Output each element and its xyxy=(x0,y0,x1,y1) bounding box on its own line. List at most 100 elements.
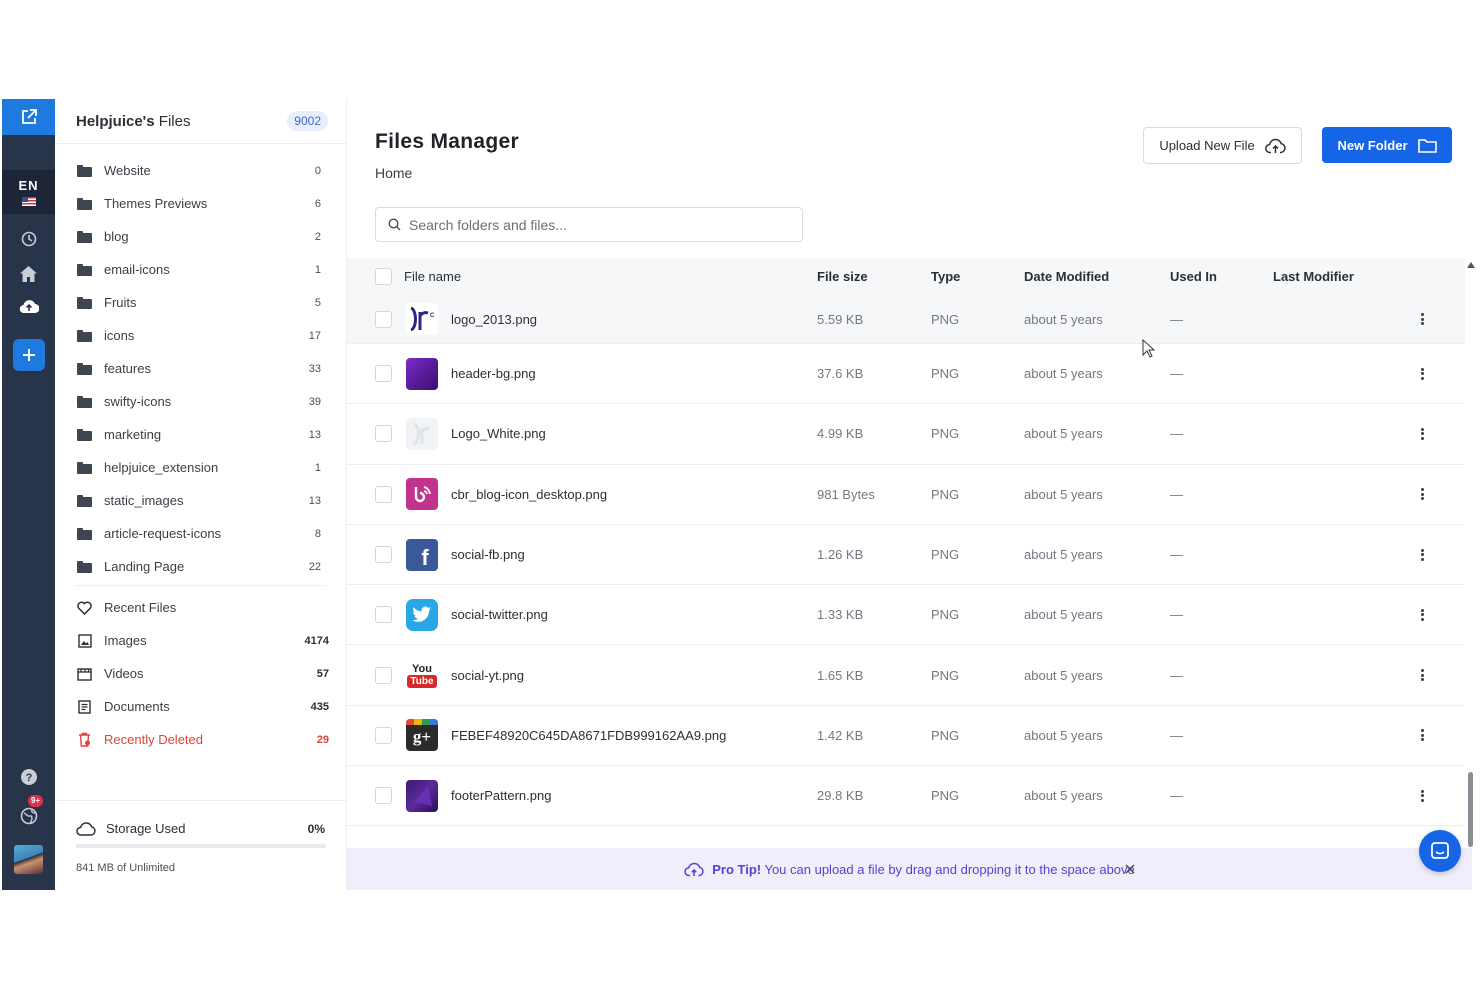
folder-count: 0 xyxy=(314,164,321,177)
table-row[interactable]: footerPattern.png 29.8 KB PNG about 5 years… xyxy=(347,766,1465,827)
col-used-in[interactable]: Used In xyxy=(1170,269,1217,284)
folder-list: Website 0 Themes Previews 6 blog 2 email-icons… xyxy=(55,144,346,583)
scrollbar-thumb[interactable] xyxy=(1468,772,1473,847)
table-row[interactable]: social-twitter.png 1.33 KB PNG about 5 year… xyxy=(347,585,1465,646)
folder-item[interactable]: Website 0 xyxy=(55,154,346,187)
row-checkbox[interactable] xyxy=(375,666,392,684)
row-checkbox[interactable] xyxy=(375,787,392,805)
more-options-icon[interactable] xyxy=(1419,486,1425,502)
upload-new-file-button[interactable]: Upload New File xyxy=(1143,127,1302,164)
folder-count: 17 xyxy=(308,329,321,342)
folder-item[interactable]: marketing 13 xyxy=(55,418,346,451)
folder-item[interactable]: Fruits 5 xyxy=(55,286,346,319)
library-item-images[interactable]: Images 4174 xyxy=(55,624,346,657)
home-icon[interactable] xyxy=(2,262,55,286)
help-icon[interactable]: ? xyxy=(2,765,55,789)
col-date-modified[interactable]: Date Modified xyxy=(1024,269,1109,284)
folder-count: 13 xyxy=(308,494,321,507)
table-row[interactable]: g+ FEBEF48920C645DA8671FDB999162AA9.png 1.… xyxy=(347,706,1465,767)
table-row[interactable]: f social-fb.png 1.26 KB PNG about 5 years — xyxy=(347,525,1465,586)
folder-label: static_images xyxy=(104,493,184,508)
breadcrumb[interactable]: Home xyxy=(375,165,412,181)
cloud-upload-icon xyxy=(684,862,704,876)
col-file-name[interactable]: File name xyxy=(404,269,461,284)
row-checkbox[interactable] xyxy=(375,365,392,383)
file-name[interactable]: header-bg.png xyxy=(451,366,536,381)
cloud-upload-icon[interactable] xyxy=(2,294,55,318)
file-size: 4.99 KB xyxy=(817,426,864,442)
library-item-videos[interactable]: Videos 57 xyxy=(55,657,346,690)
globe-icon[interactable] xyxy=(2,804,55,828)
search-input[interactable] xyxy=(409,216,789,233)
more-options-icon[interactable] xyxy=(1419,426,1425,442)
mouse-cursor-icon xyxy=(1142,339,1156,358)
folder-item[interactable]: email-icons 1 xyxy=(55,253,346,286)
new-folder-button[interactable]: New Folder xyxy=(1322,127,1452,163)
more-options-icon[interactable] xyxy=(1419,607,1425,623)
folder-item[interactable]: helpjuice_extension 1 xyxy=(55,451,346,484)
row-checkbox[interactable] xyxy=(375,726,392,744)
scroll-up-arrow[interactable] xyxy=(1467,262,1475,268)
folder-icon xyxy=(77,560,92,573)
table-row[interactable]: Clogo_2013.png 5.59 KB PNG about 5 years — xyxy=(347,295,1465,344)
row-checkbox[interactable] xyxy=(375,606,392,624)
folder-item[interactable]: static_images 13 xyxy=(55,484,346,517)
folder-item[interactable]: Landing Page 22 xyxy=(55,550,346,583)
file-name[interactable]: social-fb.png xyxy=(451,547,525,562)
history-icon[interactable] xyxy=(2,227,55,251)
folder-item[interactable]: blog 2 xyxy=(55,220,346,253)
library-item-documents[interactable]: Documents 435 xyxy=(55,690,346,723)
file-size: 37.6 KB xyxy=(817,366,864,382)
folder-item[interactable]: icons 17 xyxy=(55,319,346,352)
table-row[interactable]: You Tube social-yt.png 1.65 KB PNG about 5 ye… xyxy=(347,645,1465,706)
more-options-icon[interactable] xyxy=(1419,311,1425,327)
folder-label: helpjuice_extension xyxy=(104,460,219,475)
file-used-in: — xyxy=(1170,667,1183,683)
folder-count: 6 xyxy=(314,197,321,210)
search-box[interactable] xyxy=(375,207,803,242)
row-checkbox[interactable] xyxy=(375,310,392,328)
folder-item[interactable]: article-request-icons 8 xyxy=(55,517,346,550)
select-all-checkbox[interactable] xyxy=(375,268,392,285)
table-row[interactable]: header-bg.png 37.6 KB PNG about 5 years — xyxy=(347,344,1465,405)
file-name[interactable]: footerPattern.png xyxy=(451,788,551,803)
svg-text:C: C xyxy=(430,313,435,319)
col-file-size[interactable]: File size xyxy=(817,269,868,284)
library-count: 29 xyxy=(316,733,329,746)
folder-item[interactable]: features 33 xyxy=(55,352,346,385)
table-row[interactable]: cbr_blog-icon_desktop.png 981 Bytes PNG abo… xyxy=(347,465,1465,525)
file-name[interactable]: social-yt.png xyxy=(451,668,524,683)
chat-button[interactable] xyxy=(1419,830,1461,872)
folder-label: Website xyxy=(104,163,151,178)
more-options-icon[interactable] xyxy=(1419,547,1425,563)
row-checkbox[interactable] xyxy=(375,425,392,443)
more-options-icon[interactable] xyxy=(1419,667,1425,683)
file-name[interactable]: Logo_White.png xyxy=(451,426,546,441)
language-switcher[interactable]: EN xyxy=(2,170,55,214)
table-row[interactable]: Logo_White.png 4.99 KB PNG about 5 years — xyxy=(347,404,1465,465)
file-name[interactable]: social-twitter.png xyxy=(451,607,548,622)
external-link-icon[interactable] xyxy=(2,99,55,135)
folder-item[interactable]: swifty-icons 39 xyxy=(55,385,346,418)
avatar[interactable] xyxy=(14,845,43,874)
file-name[interactable]: logo_2013.png xyxy=(451,312,537,327)
file-name[interactable]: cbr_blog-icon_desktop.png xyxy=(451,487,607,502)
more-options-icon[interactable] xyxy=(1419,366,1425,382)
close-icon[interactable] xyxy=(1122,861,1138,877)
row-checkbox[interactable] xyxy=(375,546,392,564)
files-main: Files Manager Home Upload New File New F… xyxy=(347,99,1480,890)
plus-icon[interactable] xyxy=(13,339,45,371)
file-used-in: — xyxy=(1170,311,1183,327)
file-name[interactable]: FEBEF48920C645DA8671FDB999162AA9.png xyxy=(451,728,726,743)
file-type: PNG xyxy=(931,366,960,382)
sidebar-header: Helpjuice's Files 9002 xyxy=(55,99,346,144)
library-item-recently-deleted[interactable]: Recently Deleted 29 xyxy=(55,723,346,756)
row-checkbox[interactable] xyxy=(375,485,392,503)
folder-item[interactable]: Themes Previews 6 xyxy=(55,187,346,220)
files-table: File name File size Type Date Modified U… xyxy=(347,258,1465,827)
col-last-modifier[interactable]: Last Modifier xyxy=(1273,269,1354,284)
col-type[interactable]: Type xyxy=(931,269,960,284)
library-item-recent-files[interactable]: Recent Files xyxy=(55,591,346,624)
more-options-icon[interactable] xyxy=(1419,727,1425,743)
more-options-icon[interactable] xyxy=(1419,788,1425,804)
